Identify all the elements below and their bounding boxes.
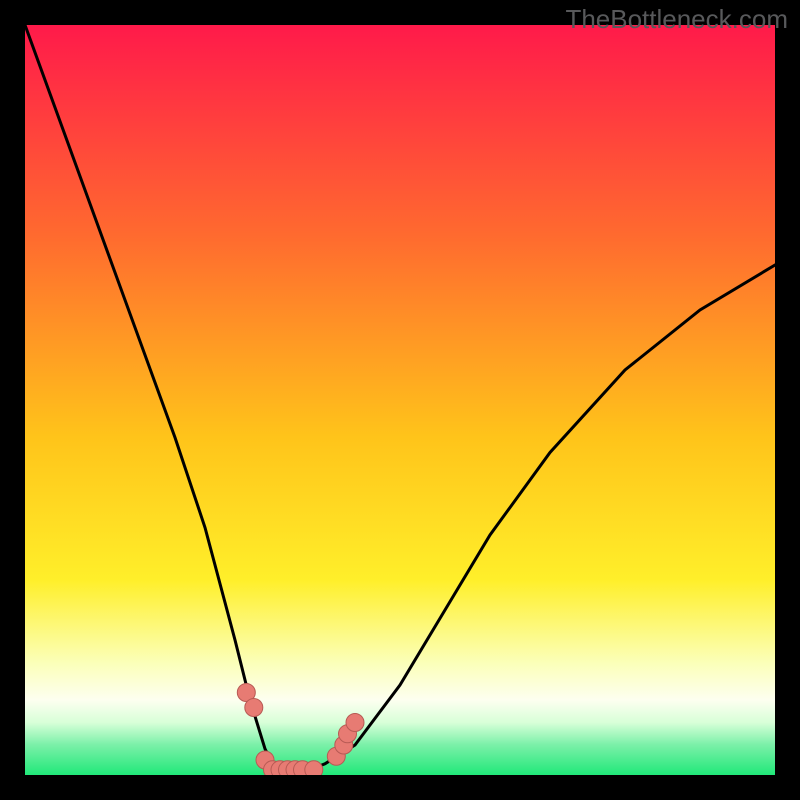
plot-area — [25, 25, 775, 775]
marker-point — [305, 761, 323, 775]
watermark-text: TheBottleneck.com — [565, 4, 788, 35]
marker-point — [245, 699, 263, 717]
gradient-bg — [25, 25, 775, 775]
outer-frame: TheBottleneck.com — [0, 0, 800, 800]
marker-point — [346, 714, 364, 732]
chart-svg — [25, 25, 775, 775]
